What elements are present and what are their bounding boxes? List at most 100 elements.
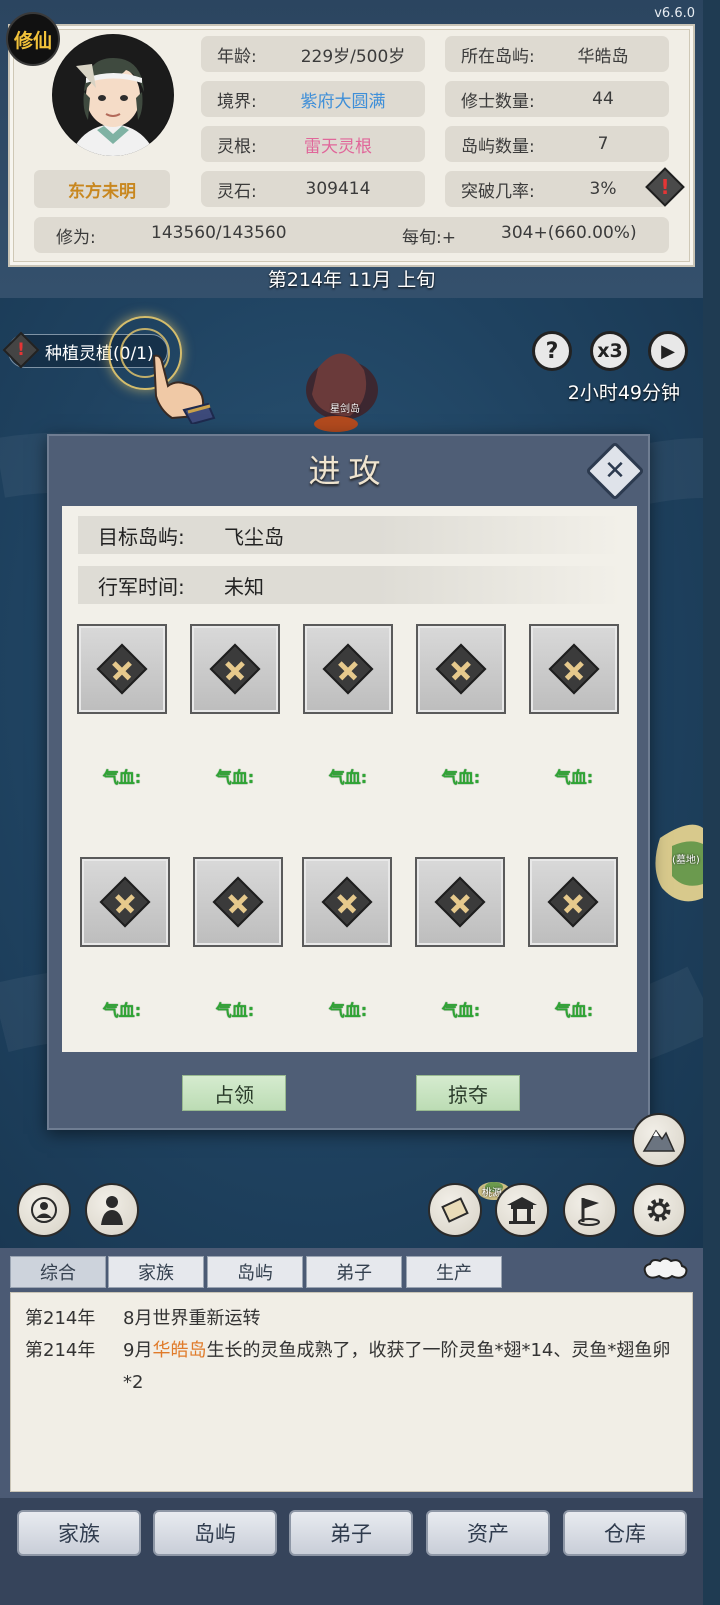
cloud-toggle-icon[interactable]	[640, 1256, 690, 1282]
island-label-star-sword[interactable]: 星剑岛	[330, 400, 360, 415]
unit-hp-label: 气血:	[102, 1001, 142, 1020]
realm-label: 境界:	[217, 91, 257, 112]
current-island-label: 所在岛屿:	[461, 46, 535, 67]
unit-hp-label: 气血:	[554, 1001, 594, 1020]
unit-hp-label: 气血:	[328, 768, 368, 787]
log-entry: 第214年 8月世界重新运转	[25, 1303, 678, 1335]
unit-hp-label: 气血:	[215, 768, 255, 787]
cultivator-count-value: 44	[592, 89, 614, 109]
unit-slot[interactable]	[303, 624, 393, 714]
march-time-label: 行军时间:	[98, 574, 185, 599]
breakthrough-field: 突破几率: 3%	[445, 171, 669, 207]
per-period-value: 304+(660.00%)	[501, 223, 637, 243]
log-entry-text: 生长的灵鱼成熟了，收获了一阶灵鱼*翅*14、灵鱼*翅鱼卵*2	[123, 1340, 671, 1393]
unit-hp-label: 气血:	[441, 1001, 481, 1020]
cultivation-field: 修为: 143560/143560 每旬:+ 304+(660.00%)	[34, 217, 669, 253]
unit-slot[interactable]	[80, 857, 170, 947]
unit-slot[interactable]	[528, 857, 618, 947]
tab-islands[interactable]: 岛屿	[207, 1256, 303, 1288]
close-icon: ✕	[604, 456, 626, 486]
unit-slot[interactable]	[190, 624, 280, 714]
spirit-stone-label: 灵石:	[217, 181, 257, 202]
tab-production[interactable]: 生产	[406, 1256, 502, 1288]
age-field: 年龄: 229岁/500岁	[201, 36, 425, 72]
help-icon: ?	[545, 338, 559, 364]
gear-icon	[647, 1198, 671, 1222]
tab-family[interactable]: 家族	[108, 1256, 204, 1288]
occupy-button[interactable]: 占领	[182, 1075, 286, 1111]
spirit-root-label: 灵根:	[217, 136, 257, 157]
island-count-label: 岛屿数量:	[461, 136, 535, 157]
target-island-row: 目标岛屿: 飞尘岛	[78, 516, 622, 554]
unit-slot[interactable]	[529, 624, 619, 714]
unit-slot[interactable]	[415, 857, 505, 947]
game-date: 第214年 11月 上旬	[267, 269, 436, 291]
mountain-icon	[642, 1129, 676, 1152]
speed-label: x3	[597, 340, 623, 362]
breakthrough-label: 突破几率:	[461, 181, 535, 202]
cultivation-label: 修为:	[56, 227, 96, 248]
nav-islands[interactable]: 岛屿	[153, 1510, 277, 1556]
current-island-field: 所在岛屿: 华皓岛	[445, 36, 669, 72]
unit-hp-label: 气血:	[328, 1001, 368, 1020]
game-logo-badge: 修仙	[6, 12, 60, 66]
play-icon: ▶	[661, 340, 675, 362]
unit-slot[interactable]	[77, 624, 167, 714]
nav-family[interactable]: 家族	[17, 1510, 141, 1556]
add-icon	[434, 876, 486, 928]
pavilion-icon	[507, 1197, 537, 1224]
tab-disciples[interactable]: 弟子	[306, 1256, 402, 1288]
dialog-title: 进攻	[308, 452, 389, 490]
age-label: 年龄:	[217, 46, 257, 67]
per-period-label: 每旬:+	[402, 228, 456, 248]
realm-field: 境界: 紫府大圆满	[201, 81, 425, 117]
settings-button[interactable]	[632, 1183, 686, 1237]
unit-hp-label: 气血:	[441, 768, 481, 787]
spirit-stone-field: 灵石: 309414	[201, 171, 425, 207]
add-icon	[322, 643, 374, 695]
target-island-label: 目标岛屿:	[98, 524, 185, 549]
march-time-row: 行军时间: 未知	[78, 566, 622, 604]
meditation-icon	[31, 1197, 57, 1223]
log-entry-prefix: 9月	[123, 1340, 153, 1361]
cultivator-count-field: 修士数量: 44	[445, 81, 669, 117]
time-remaining: 2小时49分钟	[567, 382, 680, 404]
plunder-button[interactable]: 掠夺	[416, 1075, 520, 1111]
help-button[interactable]: ?	[532, 331, 572, 371]
island-count-field: 岛屿数量: 7	[445, 126, 669, 162]
nav-assets[interactable]: 资产	[426, 1510, 550, 1556]
speed-button[interactable]: x3	[590, 331, 630, 371]
scroll-button[interactable]	[428, 1183, 482, 1237]
flag-icon	[578, 1198, 600, 1226]
island-count-value: 7	[597, 134, 609, 154]
meditation-button[interactable]	[17, 1183, 71, 1237]
unit-slot[interactable]	[193, 857, 283, 947]
tab-general[interactable]: 综合	[10, 1256, 106, 1288]
spirit-root-value: 雷天灵根	[304, 136, 372, 157]
unit-hp-label: 气血:	[102, 768, 142, 787]
cultivator-count-label: 修士数量:	[461, 91, 535, 112]
add-icon	[435, 643, 487, 695]
march-time-value: 未知	[224, 574, 264, 599]
island-label-graveyard[interactable]: (墓地)	[672, 851, 700, 866]
log-messages[interactable]: 第214年 8月世界重新运转 第214年 9月华皓岛生长的灵鱼成熟了，收获了一阶…	[10, 1292, 693, 1492]
version-label: v6.6.0	[654, 6, 695, 21]
scroll-icon	[441, 1197, 469, 1223]
player-name-plate: 东方未明	[34, 170, 170, 208]
pavilion-button[interactable]	[495, 1183, 549, 1237]
unit-slot[interactable]	[302, 857, 392, 947]
person-icon	[101, 1196, 123, 1225]
play-button[interactable]: ▶	[648, 331, 688, 371]
flag-button[interactable]	[563, 1183, 617, 1237]
nav-warehouse[interactable]: 仓库	[563, 1510, 687, 1556]
character-button[interactable]	[85, 1183, 139, 1237]
unit-slot[interactable]	[416, 624, 506, 714]
mountain-button[interactable]	[632, 1113, 686, 1167]
player-avatar[interactable]	[52, 34, 174, 156]
nav-disciples[interactable]: 弟子	[289, 1510, 413, 1556]
log-entry-island-link[interactable]: 华皓岛	[152, 1340, 206, 1361]
current-island-value: 华皓岛	[577, 46, 629, 67]
add-icon	[548, 643, 600, 695]
add-icon	[321, 876, 373, 928]
add-icon	[99, 876, 151, 928]
